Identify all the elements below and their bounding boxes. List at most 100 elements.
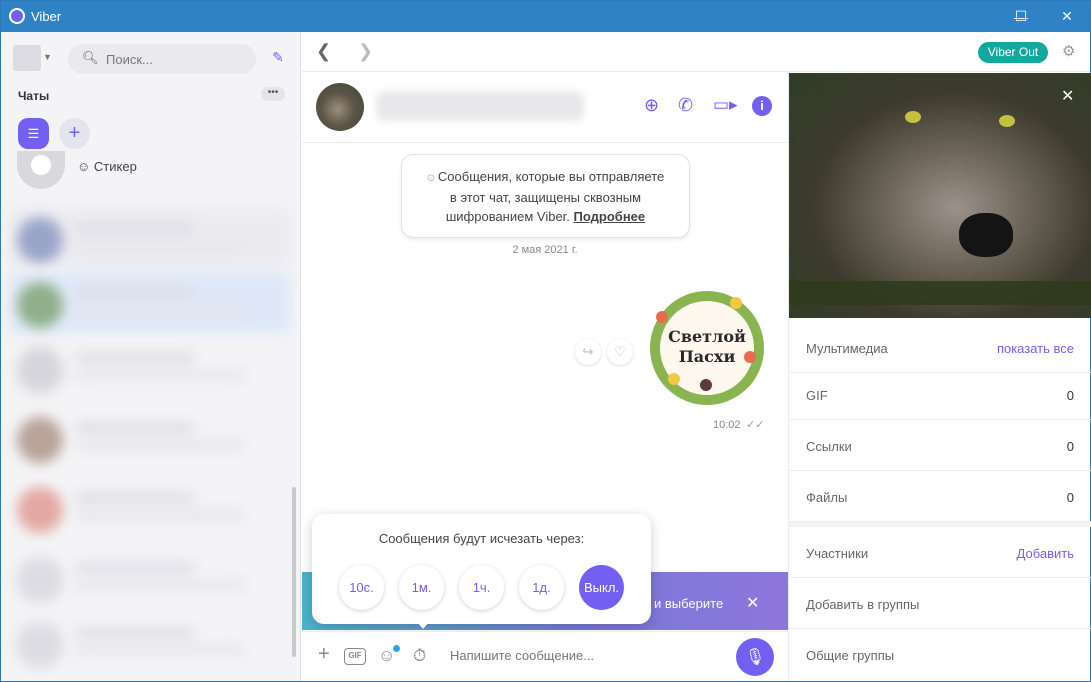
chat-name bbox=[75, 493, 195, 503]
notice-line: шифрованием Viber. bbox=[445, 209, 570, 224]
row-label: GIF bbox=[806, 388, 828, 403]
window-title: Viber bbox=[31, 9, 62, 24]
account-avatar[interactable] bbox=[13, 45, 41, 71]
avatar bbox=[17, 417, 63, 463]
minimize-button-2 bbox=[952, 1, 998, 32]
photo-detail bbox=[959, 213, 1013, 257]
read-checkmarks-icon: ✓✓ bbox=[746, 419, 765, 431]
encryption-notice: ⊙ Сообщения, которые вы отправляете в эт… bbox=[401, 154, 690, 238]
search-field[interactable]: 🔍︎ Поиск... bbox=[68, 44, 256, 74]
list-item[interactable] bbox=[9, 612, 291, 674]
close-icon[interactable]: ✕ bbox=[1061, 86, 1074, 106]
chat-name bbox=[75, 563, 195, 573]
timer-option[interactable]: 1м. bbox=[399, 565, 444, 610]
like-heart-icon[interactable]: ♡ bbox=[607, 339, 633, 365]
list-item[interactable] bbox=[9, 272, 291, 334]
flower-decoration bbox=[656, 311, 668, 323]
chat-name bbox=[75, 223, 195, 233]
filter-chats-icon[interactable]: ☰ bbox=[18, 118, 49, 149]
microphone-icon[interactable]: 🎙︎ bbox=[736, 638, 774, 676]
row-count: 0 bbox=[1066, 439, 1074, 454]
disappearing-messages-popup: Сообщения будут исчезать через: 10с. 1м.… bbox=[312, 514, 651, 624]
row-label: Добавить в группы bbox=[806, 597, 920, 612]
notice-line: в этот чат, защищены сквозным bbox=[449, 190, 642, 205]
viber-window: Viber — ☐ ✕ ▼ 🔍︎ Поиск... ✎ Чаты ••• ☰ +… bbox=[0, 0, 1091, 682]
notification-dot bbox=[393, 645, 400, 652]
learn-more-link[interactable]: Подробнее bbox=[574, 209, 646, 224]
timer-option-selected[interactable]: Выкл. bbox=[579, 565, 624, 610]
share-icon[interactable]: ↪ bbox=[575, 339, 601, 365]
avatar bbox=[17, 217, 63, 263]
chevron-down-icon[interactable]: ▼ bbox=[43, 52, 52, 62]
avatar bbox=[17, 151, 65, 189]
timer-option[interactable]: 10с. bbox=[339, 565, 384, 610]
avatar bbox=[17, 282, 63, 328]
chat-name bbox=[75, 353, 195, 363]
row-count: 0 bbox=[1066, 490, 1074, 505]
chat-preview bbox=[75, 646, 245, 654]
search-icon: 🔍︎ bbox=[82, 50, 99, 65]
last-message-preview: ☺ Стикер bbox=[77, 159, 137, 174]
list-item[interactable] bbox=[9, 547, 291, 609]
chat-preview bbox=[75, 241, 245, 249]
timer-option[interactable]: 1ч. bbox=[459, 565, 504, 610]
flower-decoration bbox=[668, 373, 680, 385]
add-chat-button[interactable]: + bbox=[59, 118, 90, 149]
sticker-icon: ☺ bbox=[77, 159, 91, 174]
gear-icon[interactable]: ⚙ bbox=[1062, 42, 1075, 60]
avatar bbox=[17, 487, 63, 533]
avatar bbox=[17, 347, 63, 393]
add-participant-icon[interactable]: ⊕ bbox=[644, 95, 659, 116]
popup-title: Сообщения будут исчезать через: bbox=[378, 531, 585, 546]
video-call-icon[interactable]: ▭▸ bbox=[713, 95, 738, 115]
gif-icon[interactable]: GIF bbox=[344, 648, 366, 665]
sticker-label: Стикер bbox=[93, 159, 137, 174]
date-separator: 2 мая 2021 г. bbox=[512, 244, 578, 256]
sticker-text: Светлой Пасхи bbox=[660, 327, 754, 367]
easter-sticker[interactable]: Светлой Пасхи bbox=[650, 291, 764, 405]
photo-detail bbox=[789, 281, 1091, 305]
list-item[interactable] bbox=[9, 207, 291, 269]
viber-logo-icon bbox=[9, 8, 25, 24]
add-to-groups-row[interactable]: Добавить в группы bbox=[789, 579, 1091, 629]
chat-preview bbox=[75, 306, 245, 314]
phone-icon[interactable]: ✆ bbox=[678, 95, 693, 116]
add-member-link[interactable]: Добавить bbox=[1017, 546, 1074, 561]
list-item[interactable] bbox=[9, 407, 291, 469]
close-window-button[interactable]: ✕ bbox=[1044, 1, 1090, 32]
compose-icon[interactable]: ✎ bbox=[267, 46, 289, 68]
chat-info-panel: ✕ Мультимедиа показать все GIF 0 Ссылки … bbox=[788, 73, 1091, 681]
maximize-button[interactable]: ☐ bbox=[998, 1, 1044, 32]
list-item[interactable] bbox=[9, 337, 291, 399]
members-row[interactable]: Участники Добавить bbox=[789, 528, 1091, 578]
list-item[interactable] bbox=[9, 477, 291, 539]
sticker-text-line: Пасхи bbox=[678, 347, 736, 366]
avatar bbox=[17, 557, 63, 603]
more-options-button[interactable]: ••• bbox=[261, 87, 285, 101]
back-arrow-icon[interactable]: ❮ bbox=[316, 41, 331, 62]
forward-arrow-icon[interactable]: ❯ bbox=[358, 41, 373, 62]
show-all-link[interactable]: показать все bbox=[997, 341, 1074, 356]
info-icon[interactable]: i bbox=[752, 96, 772, 116]
avatar bbox=[17, 622, 63, 668]
timer-option[interactable]: 1д. bbox=[519, 565, 564, 610]
chat-list-panel: ▼ 🔍︎ Поиск... ✎ Чаты ••• ☰ + ☺ Стикер bbox=[1, 32, 301, 681]
lock-icon: ⊙ bbox=[426, 173, 438, 184]
viber-out-button[interactable]: Viber Out bbox=[978, 42, 1048, 63]
list-item[interactable]: ☺ Стикер bbox=[9, 151, 291, 197]
links-row[interactable]: Ссылки 0 bbox=[789, 421, 1091, 471]
timer-icon[interactable]: ⏱ bbox=[413, 646, 426, 666]
chat-preview bbox=[75, 511, 245, 519]
files-row[interactable]: Файлы 0 bbox=[789, 472, 1091, 522]
common-groups-row[interactable]: Общие группы bbox=[789, 630, 1091, 680]
media-row[interactable]: Мультимедиа показать все bbox=[789, 323, 1091, 373]
chat-preview bbox=[75, 441, 245, 449]
chat-name bbox=[75, 423, 195, 433]
plus-icon[interactable]: + bbox=[318, 643, 330, 666]
message-input[interactable]: Напишите сообщение... bbox=[450, 648, 594, 663]
avatar[interactable] bbox=[316, 83, 364, 131]
scrollbar[interactable] bbox=[292, 487, 296, 657]
chat-header: ⊕ ✆ ▭▸ i bbox=[302, 73, 788, 143]
close-icon[interactable]: ✕ bbox=[746, 593, 759, 613]
gif-row[interactable]: GIF 0 bbox=[789, 370, 1091, 420]
